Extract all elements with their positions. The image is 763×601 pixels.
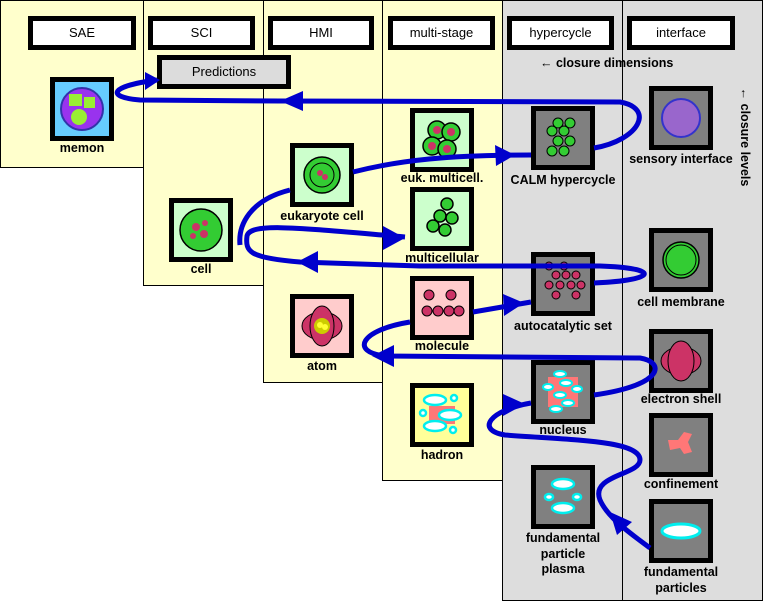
- fundamental-particle-plasma-icon: [531, 465, 595, 529]
- memon-label: memon: [59, 141, 105, 155]
- memon-icon: [50, 77, 114, 141]
- fundamental-particle-plasma-label: fundamental particle plasma: [498, 531, 628, 578]
- molecule-icon: [410, 276, 474, 340]
- calm-hypercycle-icon: [531, 106, 595, 170]
- cell-icon: [169, 198, 233, 262]
- calm-hypercycle-label: CALM hypercycle: [510, 173, 616, 187]
- euk-multicell-label: euk. multicell.: [400, 171, 484, 185]
- nucleus-label: nucleus: [539, 423, 587, 437]
- column-header-sae: SAE: [28, 16, 136, 50]
- nucleus-icon: [531, 360, 595, 424]
- confinement-label: confinement: [643, 477, 719, 491]
- label-line: particle: [540, 546, 586, 561]
- closure-dimensions-note: ← closure dimensions: [540, 56, 674, 70]
- label-line: plasma: [541, 562, 585, 576]
- fundamental-particles-icon: [649, 499, 713, 563]
- label-line: fundamental: [525, 531, 601, 545]
- hadron-icon: [410, 383, 474, 447]
- label-line: particles: [655, 580, 707, 595]
- multicellular-label: multicellular: [405, 251, 479, 265]
- column-header-sci: SCI: [148, 16, 255, 50]
- predictions-box: Predictions: [157, 55, 291, 89]
- column-header-interface: interface: [627, 16, 735, 50]
- cell-membrane-label: cell membrane: [637, 295, 725, 309]
- confinement-icon: [649, 413, 713, 477]
- autocatalytic-set-icon: [531, 252, 595, 316]
- cell-label: cell: [190, 262, 212, 276]
- cell-membrane-icon: [649, 228, 713, 292]
- fundamental-particles-label: fundamental particles: [616, 565, 746, 596]
- hadron-label: hadron: [420, 448, 464, 462]
- atom-label: atom: [307, 359, 337, 373]
- multicellular-icon: [410, 187, 474, 251]
- sensory-interface-icon: [649, 86, 713, 150]
- closure-levels-note: ← closure levels: [738, 87, 752, 187]
- sensory-interface-label: sensory interface: [629, 152, 733, 166]
- molecule-label: molecule: [414, 339, 470, 353]
- atom-icon: [290, 294, 354, 358]
- electron-shell-icon: [649, 329, 713, 393]
- eukaryote-cell-label: eukaryote cell: [280, 209, 364, 223]
- electron-shell-label: electron shell: [640, 392, 722, 406]
- eukaryote-cell-icon: [290, 143, 354, 207]
- euk-multicell-icon: [410, 108, 474, 172]
- column-header-hmi: HMI: [268, 16, 374, 50]
- label-line: fundamental: [643, 565, 719, 579]
- column-header-hypercycle: hypercycle: [507, 16, 614, 50]
- autocatalytic-set-label: autocatalytic set: [514, 319, 612, 333]
- column-header-multi-stage: multi-stage: [388, 16, 495, 50]
